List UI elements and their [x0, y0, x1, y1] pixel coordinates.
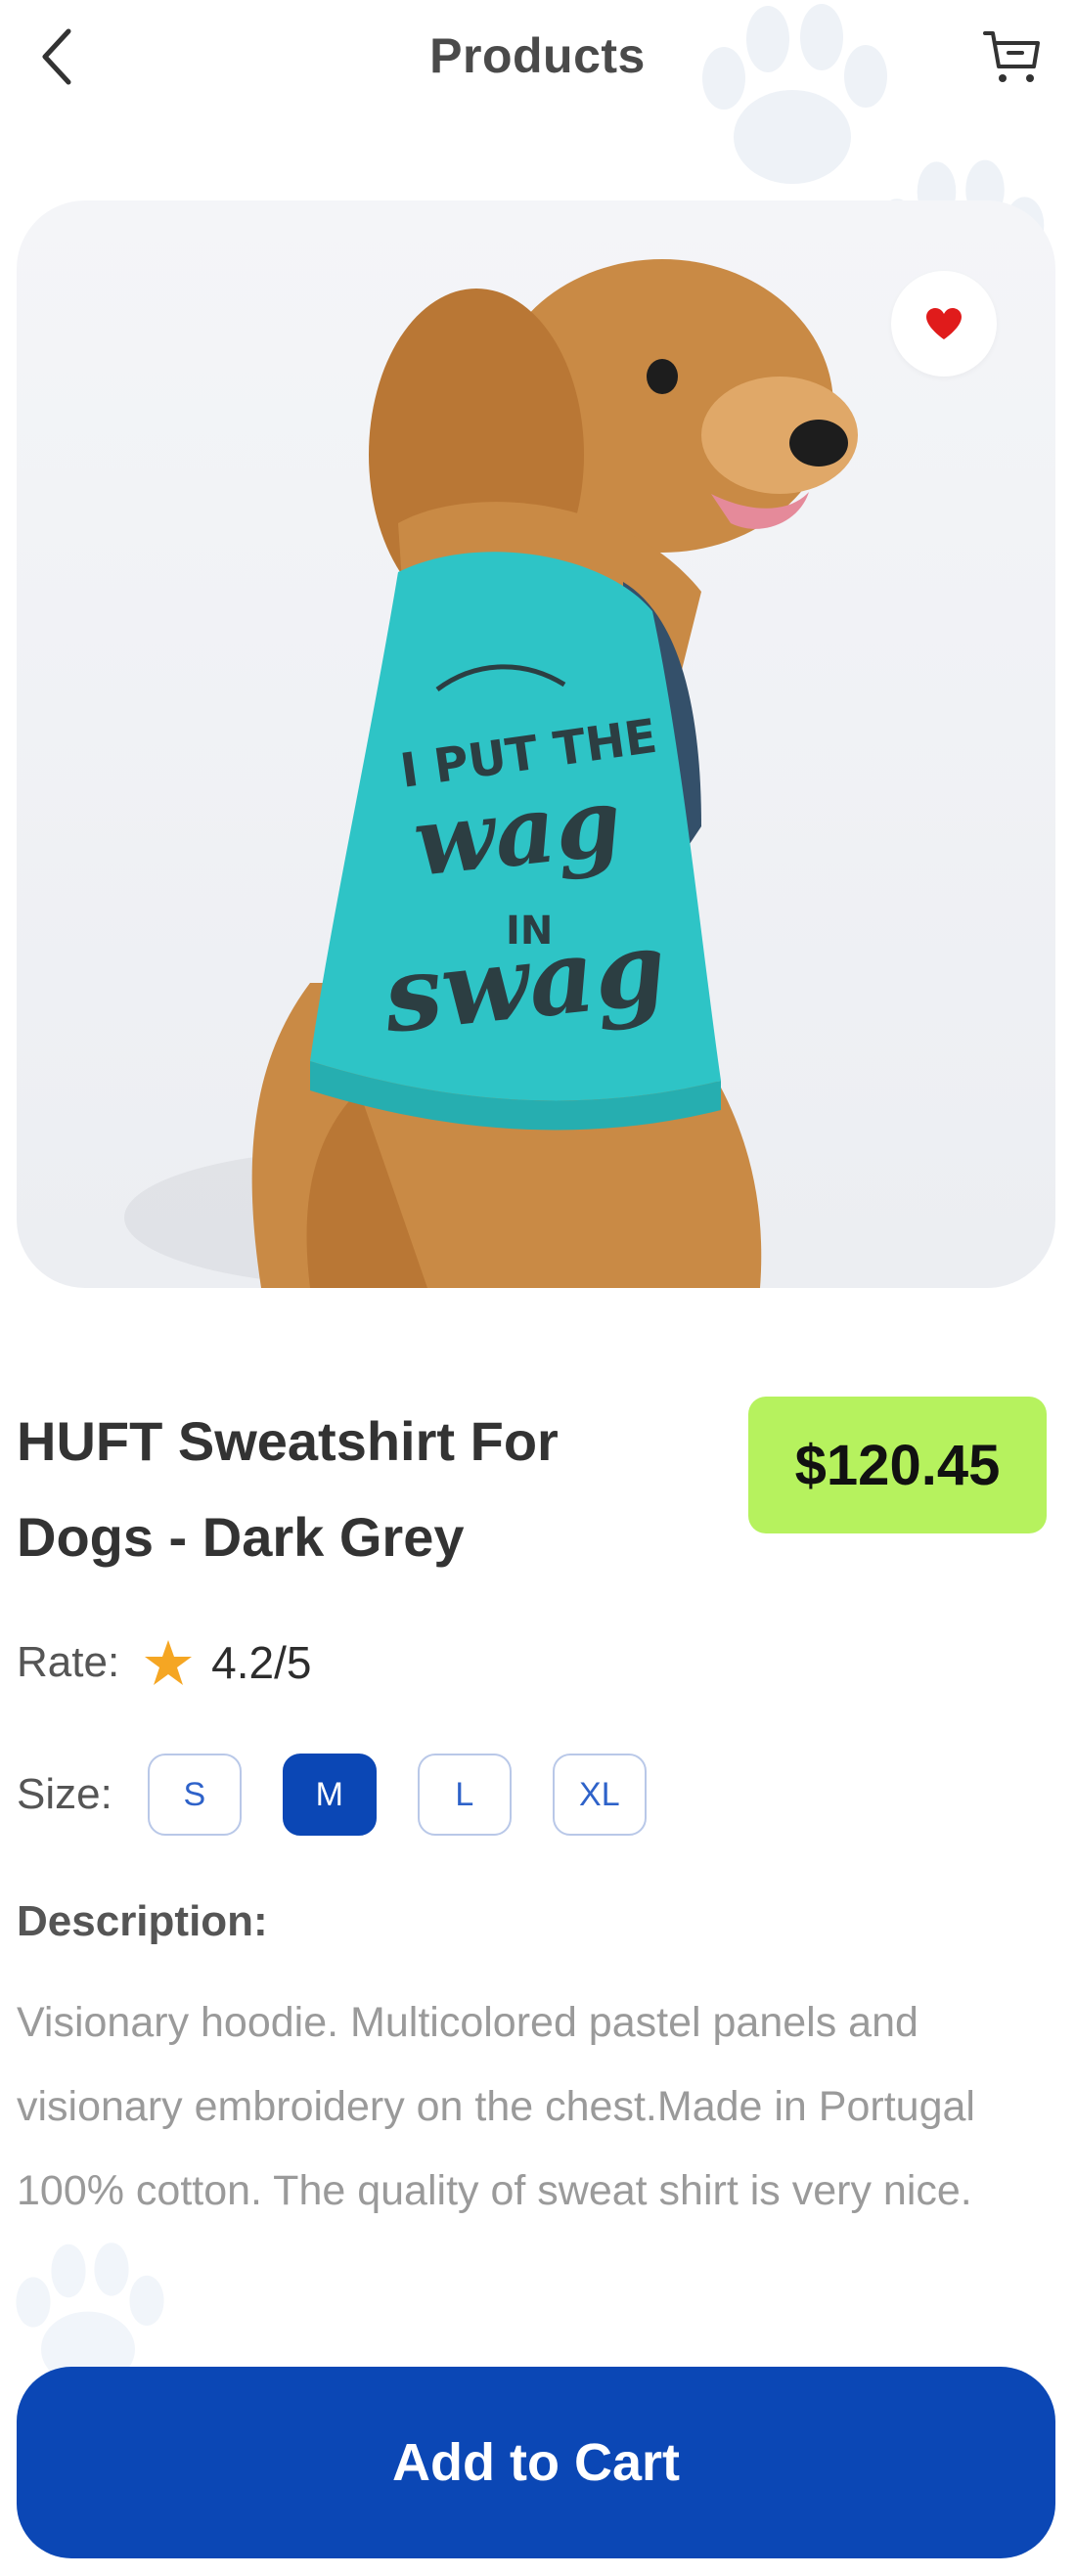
product-detail-screen: Products I PUT THE wag IN swag HUFT Swea… [0, 0, 1075, 2576]
size-option-xl[interactable]: XL [552, 1754, 647, 1836]
size-option-l[interactable]: L [417, 1754, 512, 1836]
size-option-m[interactable]: M [282, 1754, 377, 1836]
rating-row: Rate: 4.2/5 [17, 1628, 311, 1697]
shopping-cart-icon [983, 31, 1040, 82]
shirt-print-line2: wag [409, 766, 627, 898]
price-badge: $120.45 [748, 1397, 1047, 1533]
size-option-s[interactable]: S [147, 1754, 242, 1836]
cart-button[interactable] [977, 20, 1048, 94]
page-title: Products [429, 28, 646, 83]
product-image: I PUT THE wag IN swag [124, 259, 858, 1288]
size-label: Size: [17, 1770, 112, 1818]
heart-icon [926, 308, 962, 339]
product-image-card: I PUT THE wag IN swag [17, 200, 1055, 1288]
rating-value: 4.2/5 [211, 1637, 312, 1688]
size-selector: Size: S M L XL [17, 1751, 688, 1839]
description-title: Description: [17, 1897, 268, 1945]
top-app-bar: Products [0, 0, 1075, 117]
star-icon [143, 1638, 194, 1687]
add-to-cart-button[interactable]: Add to Cart [17, 2367, 1055, 2558]
product-name: HUFT Sweatshirt For Dogs - Dark Grey [17, 1410, 559, 1568]
favorite-button[interactable] [891, 271, 997, 377]
rating-label: Rate: [17, 1638, 120, 1686]
description-text: Visionary hoodie. Multicolored pastel pa… [17, 1999, 975, 2214]
